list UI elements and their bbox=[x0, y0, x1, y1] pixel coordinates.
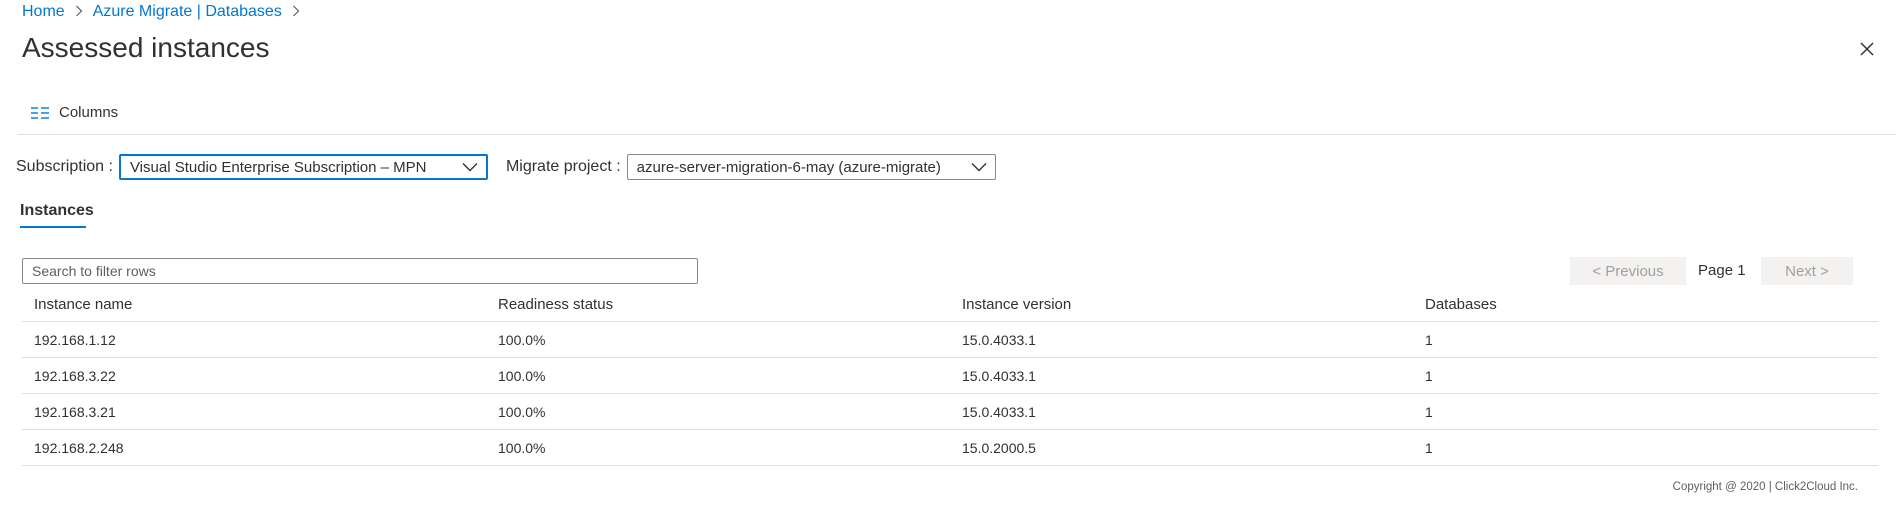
tab-instances[interactable]: Instances bbox=[20, 202, 94, 220]
instances-table: Instance name Readiness status Instance … bbox=[22, 288, 1878, 466]
search-input[interactable] bbox=[22, 258, 698, 284]
chevron-down-icon bbox=[971, 163, 987, 172]
instance-version-cell: 15.0.4033.1 bbox=[962, 367, 1036, 384]
page-title: Assessed instances bbox=[22, 32, 270, 63]
databases-cell: 1 bbox=[1425, 367, 1433, 384]
readiness-status-cell: 100.0% bbox=[498, 403, 546, 420]
page-indicator: Page 1 bbox=[1698, 262, 1746, 279]
column-header-instance-version[interactable]: Instance version bbox=[950, 296, 1413, 313]
columns-label: Columns bbox=[59, 104, 119, 121]
databases-cell: 1 bbox=[1425, 331, 1433, 348]
readiness-status-cell: 100.0% bbox=[498, 439, 546, 456]
table-row[interactable]: 192.168.3.22 100.0% 15.0.4033.1 1 bbox=[22, 358, 1878, 394]
active-tab-indicator bbox=[20, 226, 86, 228]
project-label: Migrate project : bbox=[505, 158, 621, 175]
table-header-row: Instance name Readiness status Instance … bbox=[22, 288, 1878, 322]
column-header-instance-name[interactable]: Instance name bbox=[22, 296, 486, 313]
instance-name-cell: 192.168.2.248 bbox=[34, 439, 124, 456]
subscription-label: Subscription : bbox=[16, 158, 113, 175]
instance-name-cell: 192.168.3.21 bbox=[34, 403, 116, 420]
close-button[interactable] bbox=[1856, 38, 1878, 60]
subscription-dropdown[interactable]: Visual Studio Enterprise Subscription – … bbox=[118, 154, 488, 180]
copyright-footer: Copyright @ 2020 | Click2Cloud Inc. bbox=[1672, 481, 1858, 493]
table-row[interactable]: 192.168.1.12 100.0% 15.0.4033.1 1 bbox=[22, 322, 1878, 358]
breadcrumb: Home Azure Migrate | Databases bbox=[22, 3, 310, 21]
chevron-right-icon bbox=[75, 4, 83, 20]
toolbar-divider bbox=[18, 134, 1896, 135]
instance-name-cell: 192.168.3.22 bbox=[34, 367, 116, 384]
columns-button[interactable]: Columns bbox=[30, 104, 118, 121]
project-value: azure-server-migration-6-may (azure-migr… bbox=[636, 158, 941, 176]
instance-name-cell: 192.168.1.12 bbox=[34, 331, 116, 348]
databases-cell: 1 bbox=[1425, 439, 1433, 456]
close-icon bbox=[1860, 42, 1874, 56]
table-row[interactable]: 192.168.3.21 100.0% 15.0.4033.1 1 bbox=[22, 394, 1878, 430]
column-header-databases[interactable]: Databases bbox=[1413, 296, 1878, 313]
filter-bar: Subscription : Visual Studio Enterprise … bbox=[16, 154, 996, 180]
previous-page-button[interactable]: < Previous bbox=[1570, 257, 1686, 285]
readiness-status-cell: 100.0% bbox=[498, 331, 546, 348]
breadcrumb-databases-link[interactable]: Azure Migrate | Databases bbox=[93, 3, 282, 21]
readiness-status-cell: 100.0% bbox=[498, 367, 546, 384]
instance-version-cell: 15.0.4033.1 bbox=[962, 331, 1036, 348]
instance-version-cell: 15.0.2000.5 bbox=[962, 439, 1036, 456]
column-header-readiness-status[interactable]: Readiness status bbox=[486, 296, 950, 313]
columns-icon bbox=[31, 106, 49, 119]
chevron-right-icon bbox=[292, 4, 300, 20]
migrate-project-dropdown[interactable]: azure-server-migration-6-may (azure-migr… bbox=[626, 154, 996, 180]
table-row[interactable]: 192.168.2.248 100.0% 15.0.2000.5 1 bbox=[22, 430, 1878, 466]
next-page-button[interactable]: Next > bbox=[1761, 257, 1853, 285]
chevron-down-icon bbox=[462, 163, 478, 172]
instance-version-cell: 15.0.4033.1 bbox=[962, 403, 1036, 420]
subscription-value: Visual Studio Enterprise Subscription – … bbox=[129, 158, 427, 176]
databases-cell: 1 bbox=[1425, 403, 1433, 420]
breadcrumb-home-link[interactable]: Home bbox=[22, 3, 65, 21]
